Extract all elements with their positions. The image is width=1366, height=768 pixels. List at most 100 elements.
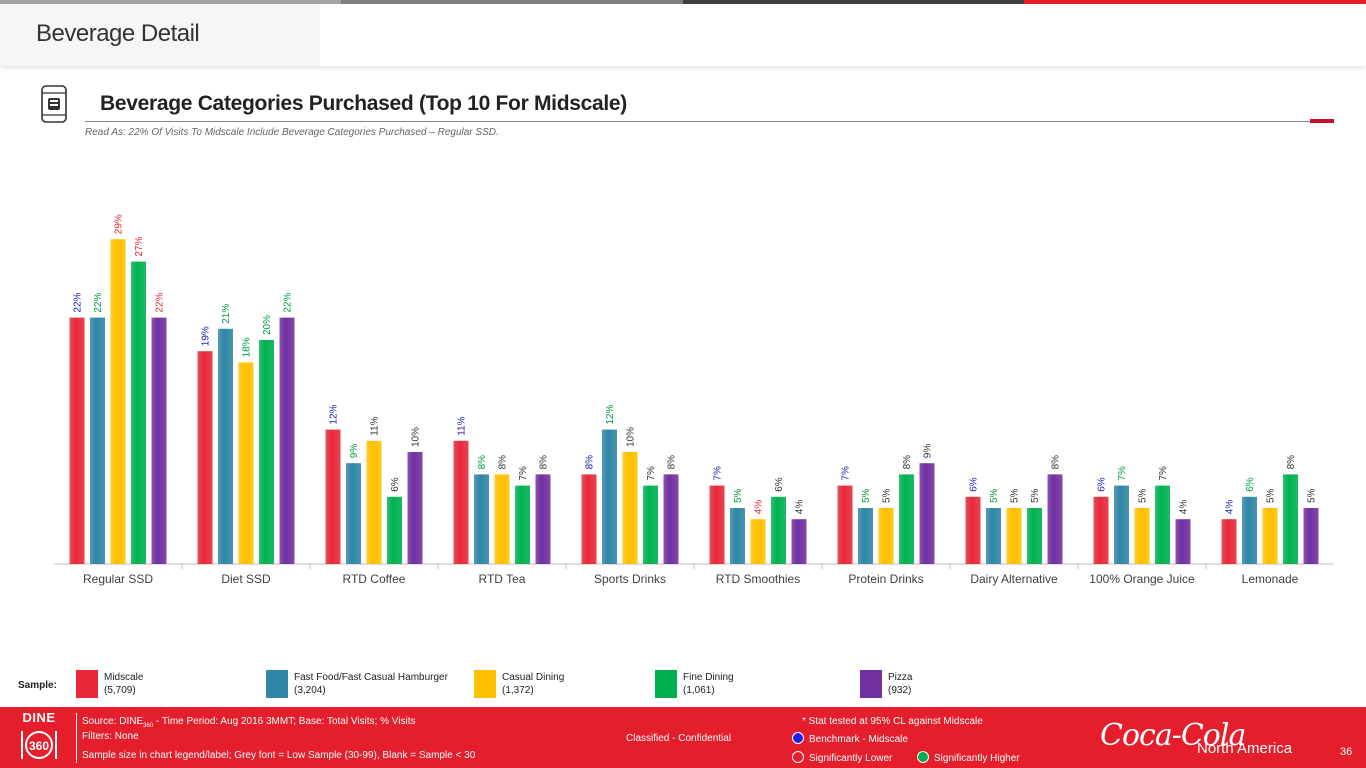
source-rest: - Time Period: Aug 2016 3MMT; Base: Tota… xyxy=(153,716,416,727)
category-label: RTD Coffee xyxy=(343,572,406,586)
lower-key: Significantly Lower xyxy=(809,753,893,764)
bar-fine-dining xyxy=(899,474,914,564)
data-label: 20% xyxy=(262,315,273,335)
bar-fine-dining xyxy=(515,485,530,564)
data-label: 5% xyxy=(1307,488,1318,503)
bar-fast-food-fast-casual-hamburger xyxy=(1114,485,1129,564)
bar-chart: 22% 22% 29% 27% 22% Regular SSD 19% 21% 18% 20% 22… xyxy=(54,214,1334,586)
data-label: 4% xyxy=(1225,500,1236,515)
legend-sample-size: (1,061) xyxy=(683,685,715,696)
data-label: 12% xyxy=(605,404,616,424)
legend-series-name: Pizza xyxy=(888,672,913,683)
classification-label: Classified - Confidential xyxy=(626,733,732,744)
legend-sample-size: (3,204) xyxy=(294,685,326,696)
bar-casual-dining xyxy=(110,239,126,564)
data-label: 10% xyxy=(626,427,637,447)
legend-sample-size: (5,709) xyxy=(104,685,136,696)
bar-fine-dining xyxy=(643,485,658,564)
data-label: 7% xyxy=(518,466,529,481)
data-label: 7% xyxy=(1117,466,1128,481)
bar-casual-dining xyxy=(494,474,510,564)
bar-midscale xyxy=(325,429,341,564)
bar-pizza xyxy=(1175,519,1191,564)
category-label: Regular SSD xyxy=(83,572,153,586)
bar-casual-dining xyxy=(622,452,638,564)
data-label: 8% xyxy=(1286,455,1297,470)
bar-midscale xyxy=(709,485,725,564)
category-label: RTD Tea xyxy=(479,572,526,586)
bar-fine-dining xyxy=(259,340,274,564)
stat-test-note: * Stat tested at 95% CL against Midscale xyxy=(802,716,983,727)
data-label: 6% xyxy=(969,477,980,492)
legend-sample-size: (932) xyxy=(888,685,912,696)
data-label: 5% xyxy=(1030,488,1041,503)
data-label: 5% xyxy=(882,488,893,503)
data-label: 6% xyxy=(1097,477,1108,492)
legend-swatch xyxy=(266,670,288,698)
filters-note: Filters: None xyxy=(82,731,139,742)
bar-casual-dining xyxy=(1006,508,1022,564)
data-label: 5% xyxy=(733,488,744,503)
data-label: 4% xyxy=(1179,500,1190,515)
data-label: 5% xyxy=(1138,488,1149,503)
data-label: 29% xyxy=(114,214,125,234)
data-label: 7% xyxy=(1158,466,1169,481)
bar-pizza xyxy=(407,452,423,564)
data-label: 8% xyxy=(498,455,509,470)
bar-midscale xyxy=(197,351,213,564)
data-label: 21% xyxy=(221,304,232,324)
data-label: 18% xyxy=(242,337,253,357)
benchmark-key: Benchmark - Midscale xyxy=(809,734,908,745)
legend-swatch xyxy=(474,670,496,698)
bar-fast-food-fast-casual-hamburger xyxy=(90,317,105,564)
legend-series-name: Fast Food/Fast Casual Hamburger xyxy=(294,672,448,683)
bar-fine-dining xyxy=(1027,508,1042,564)
legend-swatch xyxy=(76,670,98,698)
legend-swatch xyxy=(860,670,882,698)
data-label: 10% xyxy=(411,427,422,447)
data-label: 19% xyxy=(201,326,212,346)
bar-midscale xyxy=(581,474,597,564)
data-label: 5% xyxy=(989,488,1000,503)
bar-midscale xyxy=(837,485,853,564)
data-label: 4% xyxy=(795,500,806,515)
data-label: 8% xyxy=(539,455,550,470)
bar-fast-food-fast-casual-hamburger xyxy=(1242,496,1257,564)
benchmark-circle-icon xyxy=(792,732,804,744)
footer-divider xyxy=(76,713,77,763)
data-label: 7% xyxy=(713,466,724,481)
legend-series-name: Midscale xyxy=(104,672,144,683)
sample-label: Sample: xyxy=(18,680,57,691)
data-label: 6% xyxy=(774,477,785,492)
bar-midscale xyxy=(69,317,85,564)
category-label: Lemonade xyxy=(1242,572,1299,586)
legend-label: Midscale (5,709) xyxy=(104,672,143,696)
bar-fast-food-fast-casual-hamburger xyxy=(602,429,617,564)
bar-fast-food-fast-casual-hamburger xyxy=(986,508,1001,564)
higher-circle-icon xyxy=(917,751,929,763)
category-label: Dairy Alternative xyxy=(970,572,1058,586)
bar-midscale xyxy=(1221,519,1237,564)
data-label: 27% xyxy=(134,236,145,256)
data-label: 8% xyxy=(477,455,488,470)
source-prefix: Source: DINE xyxy=(82,716,144,727)
dine-logo-number: 360 xyxy=(28,739,50,753)
data-label: 8% xyxy=(902,455,913,470)
legend-sample-size: (1,372) xyxy=(502,685,534,696)
data-label: 9% xyxy=(923,444,934,459)
data-label: 11% xyxy=(370,416,381,435)
page-number: 36 xyxy=(1340,746,1353,758)
bar-casual-dining xyxy=(366,440,382,564)
data-label: 11% xyxy=(457,416,468,435)
bar-fast-food-fast-casual-hamburger xyxy=(346,463,361,564)
legend-swatch xyxy=(655,670,677,698)
dine-logo: DINE 360 xyxy=(18,710,60,766)
region-label: North America xyxy=(1197,740,1293,757)
bar-fine-dining xyxy=(1155,485,1170,564)
data-label: 12% xyxy=(329,404,340,424)
legend-label: Pizza (932) xyxy=(888,672,912,696)
data-label: 5% xyxy=(861,488,872,503)
bar-midscale xyxy=(453,440,469,564)
bar-casual-dining xyxy=(750,519,766,564)
bar-casual-dining xyxy=(1262,508,1278,564)
